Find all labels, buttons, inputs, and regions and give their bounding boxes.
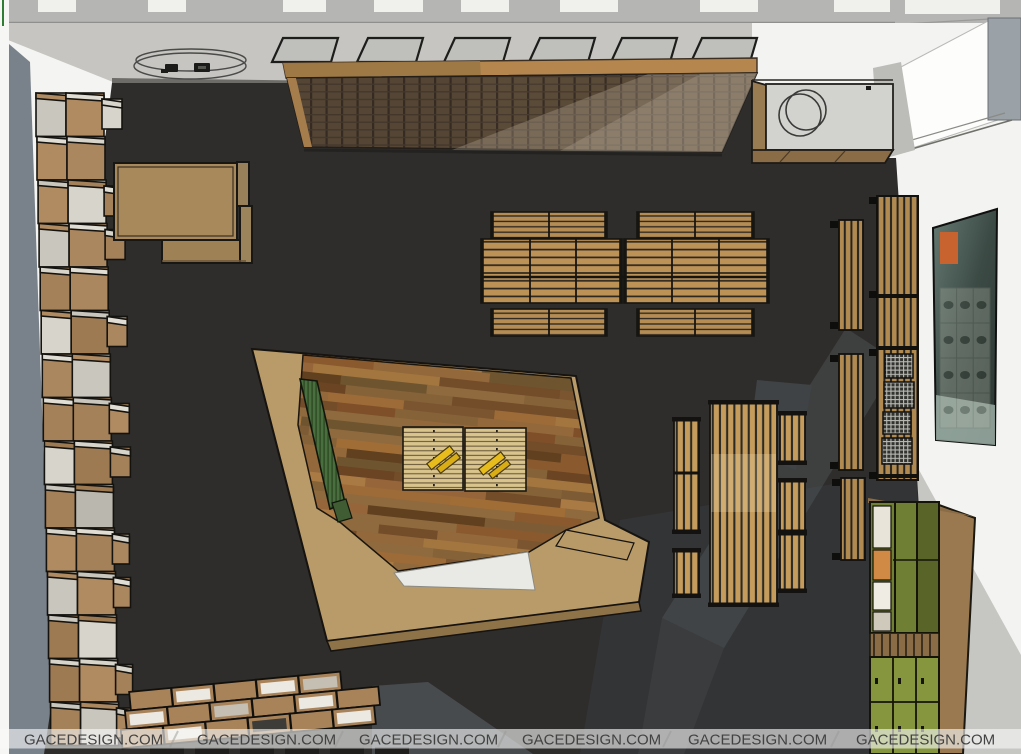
svg-text:GACEDESIGN.COM: GACEDESIGN.COM bbox=[24, 732, 163, 749]
svg-text:GACEDESIGN.COM: GACEDESIGN.COM bbox=[688, 732, 827, 749]
svg-text:GACEDESIGN.COM: GACEDESIGN.COM bbox=[856, 732, 995, 749]
svg-text:GACEDESIGN.COM: GACEDESIGN.COM bbox=[197, 732, 336, 749]
svg-text:GACEDESIGN.COM: GACEDESIGN.COM bbox=[359, 732, 498, 749]
svg-text:GACEDESIGN.COM: GACEDESIGN.COM bbox=[522, 732, 661, 749]
